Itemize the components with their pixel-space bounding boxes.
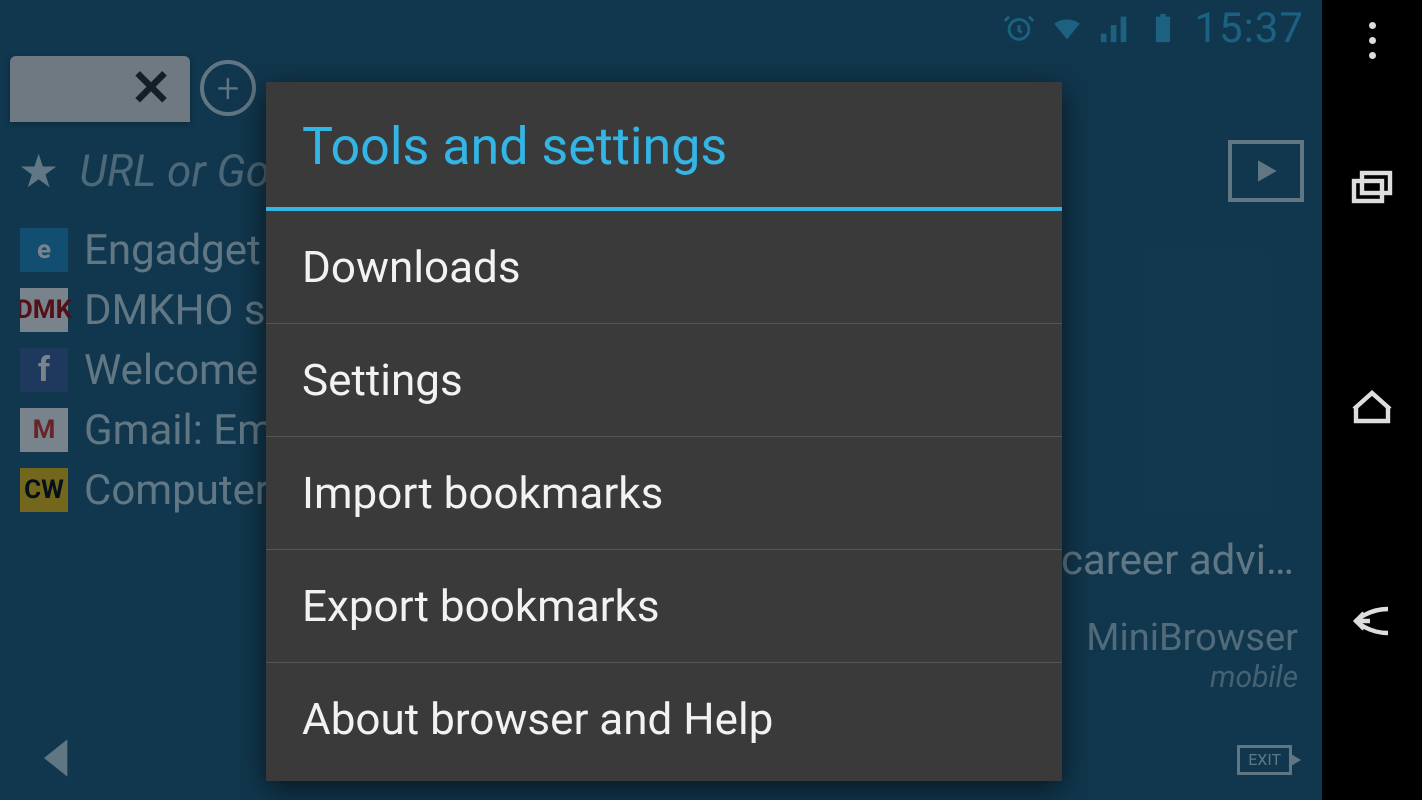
- system-nav-bar: [1322, 0, 1422, 800]
- recents-button[interactable]: [1344, 161, 1400, 217]
- menu-item-downloads[interactable]: Downloads: [266, 211, 1062, 324]
- menu-item-settings[interactable]: Settings: [266, 324, 1062, 437]
- menu-item-about[interactable]: About browser and Help: [266, 663, 1062, 781]
- dialog-header: Tools and settings: [266, 82, 1062, 211]
- screen: 15:37 ✕ + ★ URL or Go e Engadget: [0, 0, 1322, 800]
- menu-item-import-bookmarks[interactable]: Import bookmarks: [266, 437, 1062, 550]
- dialog-title: Tools and settings: [302, 116, 1026, 177]
- home-button[interactable]: [1344, 377, 1400, 433]
- overflow-menu-icon[interactable]: [1352, 22, 1392, 59]
- menu-item-export-bookmarks[interactable]: Export bookmarks: [266, 550, 1062, 663]
- device-frame: 15:37 ✕ + ★ URL or Go e Engadget: [0, 0, 1422, 800]
- tools-settings-dialog: Tools and settings Downloads Settings Im…: [266, 82, 1062, 781]
- back-button[interactable]: [1344, 593, 1400, 649]
